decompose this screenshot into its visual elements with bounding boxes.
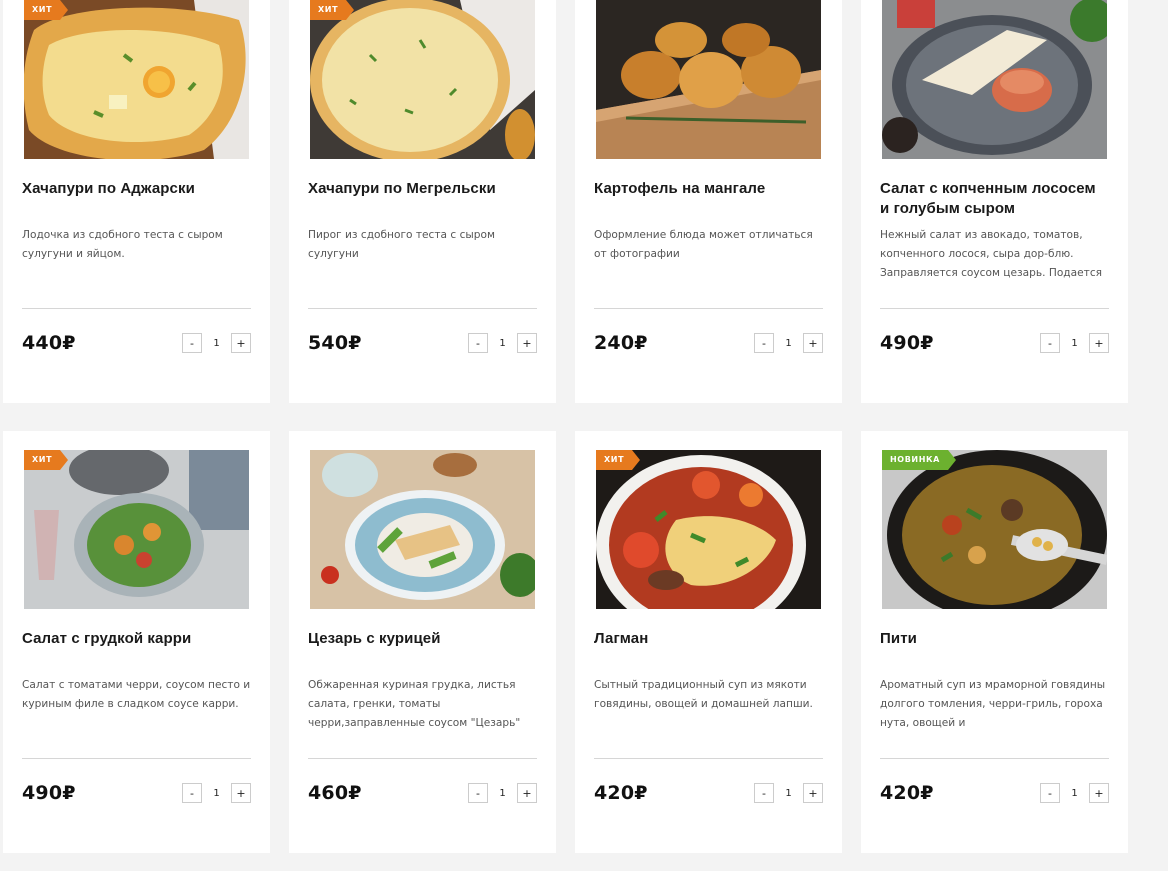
quantity-stepper: - 1 + bbox=[1040, 333, 1109, 353]
product-description: Пирог из сдобного теста с сыром сулугуни bbox=[308, 229, 495, 260]
curry-chicken-salad-photo bbox=[24, 450, 249, 609]
product-title[interactable]: Салат с грудкой карри bbox=[22, 629, 251, 669]
quantity-value: 1 bbox=[1071, 787, 1078, 799]
product-card[interactable]: НОВИНКА Пити Ароматный суп из мраморной … bbox=[861, 431, 1128, 853]
product-grid: ХИТ Хачапури по Аджарски Лодочка из сдоб… bbox=[3, 0, 1129, 871]
quantity-value: 1 bbox=[785, 337, 792, 349]
product-price: 490₽ bbox=[880, 332, 934, 354]
product-image[interactable] bbox=[596, 0, 821, 159]
quantity-stepper: - 1 + bbox=[468, 783, 537, 803]
product-card[interactable]: Салат с копченным лососем и голубым сыро… bbox=[861, 0, 1128, 403]
quantity-value: 1 bbox=[785, 787, 792, 799]
increase-quantity-button[interactable]: + bbox=[231, 333, 251, 353]
product-title[interactable]: Хачапури по Аджарски bbox=[22, 179, 251, 219]
quantity-stepper: - 1 + bbox=[754, 783, 823, 803]
product-description: Нежный салат из авокадо, томатов, копчен… bbox=[880, 229, 1103, 279]
product-price: 540₽ bbox=[308, 332, 362, 354]
product-card[interactable]: Цезарь с курицей Обжаренная куриная груд… bbox=[289, 431, 556, 853]
increase-quantity-button[interactable]: + bbox=[231, 783, 251, 803]
quantity-value: 1 bbox=[213, 337, 220, 349]
product-price: 420₽ bbox=[880, 782, 934, 804]
hit-badge: ХИТ bbox=[24, 450, 69, 470]
product-description: Оформление блюда может отличаться от фот… bbox=[594, 229, 813, 260]
quantity-stepper: - 1 + bbox=[468, 333, 537, 353]
product-image[interactable] bbox=[310, 450, 535, 609]
increase-quantity-button[interactable]: + bbox=[1089, 333, 1109, 353]
product-title[interactable]: Цезарь с курицей bbox=[308, 629, 537, 669]
product-price: 420₽ bbox=[594, 782, 648, 804]
hit-badge: ХИТ bbox=[596, 450, 641, 470]
quantity-stepper: - 1 + bbox=[182, 783, 251, 803]
product-card[interactable]: ХИТ Лагман Сытный традиционный суп из мя… bbox=[575, 431, 842, 853]
product-title[interactable]: Картофель на мангале bbox=[594, 179, 823, 219]
increase-quantity-button[interactable]: + bbox=[517, 783, 537, 803]
product-price: 240₽ bbox=[594, 332, 648, 354]
quantity-value: 1 bbox=[499, 787, 506, 799]
product-price: 490₽ bbox=[22, 782, 76, 804]
product-description: Ароматный суп из мраморной говядины долг… bbox=[880, 679, 1106, 729]
decrease-quantity-button[interactable]: - bbox=[468, 783, 488, 803]
quantity-value: 1 bbox=[1071, 337, 1078, 349]
product-image[interactable]: НОВИНКА bbox=[882, 450, 1107, 609]
hit-badge: ХИТ bbox=[24, 0, 69, 20]
decrease-quantity-button[interactable]: - bbox=[468, 333, 488, 353]
decrease-quantity-button[interactable]: - bbox=[754, 783, 774, 803]
increase-quantity-button[interactable]: + bbox=[803, 783, 823, 803]
decrease-quantity-button[interactable]: - bbox=[1040, 783, 1060, 803]
product-description: Сытный традиционный суп из мякоти говяди… bbox=[594, 679, 813, 710]
grilled-potatoes-photo bbox=[596, 0, 821, 159]
product-price: 460₽ bbox=[308, 782, 362, 804]
piti-soup-photo bbox=[882, 450, 1107, 609]
salmon-salad-photo bbox=[882, 0, 1107, 159]
product-price: 440₽ bbox=[22, 332, 76, 354]
product-title[interactable]: Салат с копченным лососем и голубым сыро… bbox=[880, 179, 1109, 219]
increase-quantity-button[interactable]: + bbox=[1089, 783, 1109, 803]
product-image[interactable]: ХИТ bbox=[596, 450, 821, 609]
product-description: Лодочка из сдобного теста с сыром сулугу… bbox=[22, 229, 223, 260]
new-badge: НОВИНКА bbox=[882, 450, 956, 470]
decrease-quantity-button[interactable]: - bbox=[182, 783, 202, 803]
product-card[interactable]: ХИТ Салат с грудкой карри Салат с томата… bbox=[3, 431, 270, 853]
product-card[interactable]: ХИТ Хачапури по Аджарски Лодочка из сдоб… bbox=[3, 0, 270, 403]
quantity-stepper: - 1 + bbox=[754, 333, 823, 353]
quantity-stepper: - 1 + bbox=[182, 333, 251, 353]
product-image[interactable] bbox=[882, 0, 1107, 159]
decrease-quantity-button[interactable]: - bbox=[182, 333, 202, 353]
decrease-quantity-button[interactable]: - bbox=[1040, 333, 1060, 353]
khachapuri-adjarian-photo bbox=[24, 0, 249, 159]
product-image[interactable]: ХИТ bbox=[24, 0, 249, 159]
product-image[interactable]: ХИТ bbox=[24, 450, 249, 609]
product-title[interactable]: Лагман bbox=[594, 629, 823, 669]
decrease-quantity-button[interactable]: - bbox=[754, 333, 774, 353]
product-card[interactable]: Картофель на мангале Оформление блюда мо… bbox=[575, 0, 842, 403]
product-title[interactable]: Хачапури по Мегрельски bbox=[308, 179, 537, 219]
product-title[interactable]: Пити bbox=[880, 629, 1109, 669]
increase-quantity-button[interactable]: + bbox=[803, 333, 823, 353]
caesar-salad-photo bbox=[310, 450, 535, 609]
lagman-soup-photo bbox=[596, 450, 821, 609]
increase-quantity-button[interactable]: + bbox=[517, 333, 537, 353]
quantity-value: 1 bbox=[213, 787, 220, 799]
product-image[interactable]: ХИТ bbox=[310, 0, 535, 159]
hit-badge: ХИТ bbox=[310, 0, 355, 20]
product-description: Обжаренная куриная грудка, листья салата… bbox=[308, 679, 521, 729]
khachapuri-megrelian-photo bbox=[310, 0, 535, 159]
product-description: Салат с томатами черри, соусом песто и к… bbox=[22, 679, 251, 710]
product-card[interactable]: ХИТ Хачапури по Мегрельски Пирог из сдоб… bbox=[289, 0, 556, 403]
quantity-stepper: - 1 + bbox=[1040, 783, 1109, 803]
quantity-value: 1 bbox=[499, 337, 506, 349]
